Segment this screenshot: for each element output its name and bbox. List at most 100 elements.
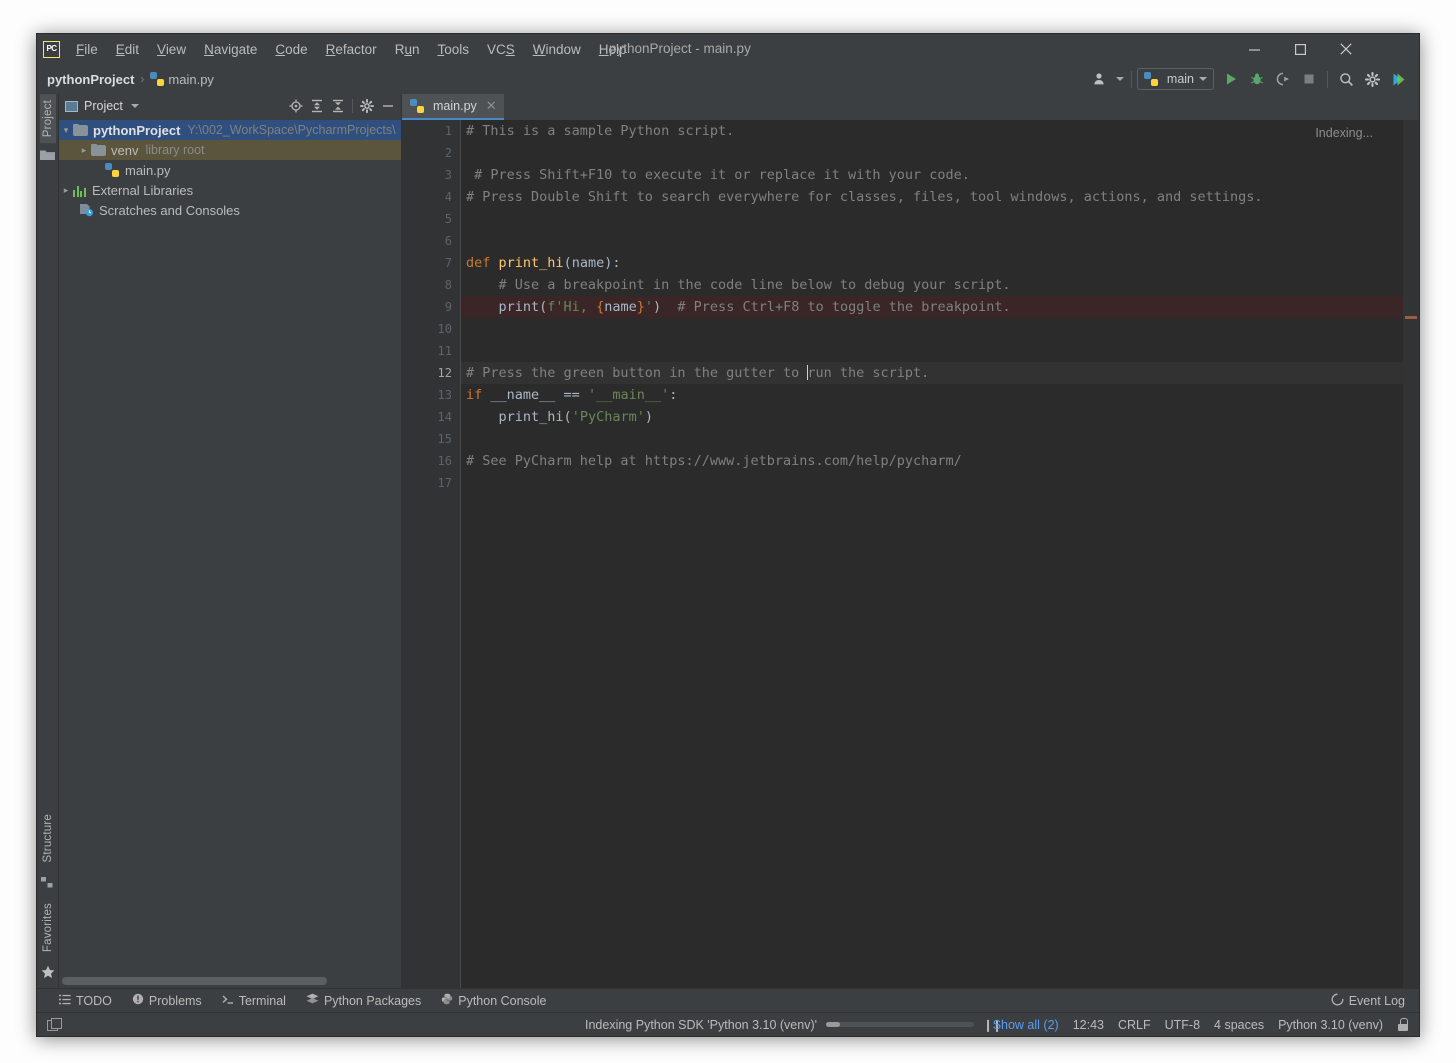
code-line-12[interactable]: # Press the green button in the gutter t…	[460, 362, 1403, 384]
tool-button-python-console[interactable]: Python Console	[431, 991, 556, 1010]
show-all-link[interactable]: Show all (2)	[993, 1018, 1059, 1032]
lock-icon[interactable]	[1397, 1018, 1409, 1031]
code-line-13[interactable]: if __name__ == '__main__':	[460, 384, 1403, 406]
settings-icon[interactable]	[357, 96, 377, 116]
project-panel-title: Project	[84, 99, 123, 113]
chevron-right-icon[interactable]: ▸	[77, 145, 91, 156]
tool-button-todo[interactable]: TODO	[49, 992, 122, 1010]
menu-item-window[interactable]: Window	[524, 39, 590, 60]
chevron-right-icon[interactable]: ▸	[59, 185, 73, 196]
code-line-7[interactable]: def print_hi(name):	[460, 252, 1403, 274]
minimize-button[interactable]	[1231, 34, 1277, 64]
code-line-10[interactable]	[460, 318, 1403, 340]
sidebar-tab-project[interactable]: Project	[39, 94, 56, 144]
code-line-1[interactable]: # This is a sample Python script.	[460, 120, 1403, 142]
code-editor[interactable]: 1 2 3 4 5 6 7 8 9 10 11 12 13 14 15 16 1	[402, 120, 1419, 988]
run-with-coverage-button[interactable]	[1270, 67, 1296, 91]
editor-error-stripe[interactable]	[1403, 120, 1419, 988]
tree-item-label: External Libraries	[92, 182, 194, 198]
sidebar-tab-structure[interactable]: Structure	[40, 808, 56, 868]
code-line-2[interactable]	[460, 142, 1403, 164]
menu-item-vcs[interactable]: VCS	[478, 39, 524, 60]
code-line-6[interactable]	[460, 230, 1403, 252]
search-everywhere-icon[interactable]	[1333, 67, 1359, 91]
code-line-16[interactable]: # See PyCharm help at https://www.jetbra…	[460, 450, 1403, 472]
editor-gutter[interactable]: 1 2 3 4 5 6 7 8 9 10 11 12 13 14 15 16 1	[402, 120, 460, 988]
breakpoint-stripe-marker[interactable]	[1405, 316, 1417, 319]
menu-item-navigate[interactable]: Navigate	[195, 39, 266, 60]
menu-item-file[interactable]: File	[67, 39, 107, 60]
caret-position[interactable]: 12:43	[1073, 1018, 1104, 1032]
code-line-14[interactable]: print_hi('PyCharm')	[460, 406, 1403, 428]
ai-assistant-icon[interactable]	[1385, 67, 1411, 91]
folder-icon[interactable]	[40, 147, 56, 163]
close-button[interactable]	[1323, 34, 1369, 64]
user-dropdown-caret-icon[interactable]	[1114, 67, 1126, 91]
debug-button[interactable]	[1244, 67, 1270, 91]
star-icon[interactable]	[40, 964, 56, 980]
expand-all-icon[interactable]	[307, 96, 327, 116]
event-log-button[interactable]: Event Log	[1331, 993, 1405, 1009]
tool-button-problems[interactable]: Problems	[122, 991, 212, 1010]
menu-item-view[interactable]: View	[148, 39, 195, 60]
tool-button-terminal[interactable]: Terminal	[212, 992, 296, 1010]
run-configuration-selector[interactable]: main	[1136, 68, 1214, 90]
maximize-button[interactable]	[1277, 34, 1323, 64]
code-line-8[interactable]: # Use a breakpoint in the code line belo…	[460, 274, 1403, 296]
locate-icon[interactable]	[286, 96, 306, 116]
menu-item-code[interactable]: Code	[266, 39, 316, 60]
menu-item-tools[interactable]: Tools	[428, 39, 478, 60]
stop-button[interactable]	[1296, 67, 1322, 91]
code-content[interactable]: # This is a sample Python script. # Pres…	[460, 120, 1403, 988]
code-line-9[interactable]: print(f'Hi, {name}') # Press Ctrl+F8 to …	[460, 296, 1403, 318]
libraries-icon	[73, 184, 87, 197]
code-line-4[interactable]: # Press Double Shift to search everywher…	[460, 186, 1403, 208]
indent-setting[interactable]: 4 spaces	[1214, 1018, 1264, 1032]
tree-item-main-py[interactable]: main.py	[59, 160, 401, 180]
breadcrumb-project[interactable]: pythonProject	[47, 72, 134, 87]
project-toolbar-separator	[352, 99, 353, 113]
event-log-label: Event Log	[1348, 993, 1405, 1008]
code-line-5[interactable]	[460, 208, 1403, 230]
layout-toggle-icon[interactable]	[47, 1018, 62, 1031]
run-button[interactable]	[1218, 67, 1244, 91]
structure-icon[interactable]	[40, 875, 56, 891]
chevron-down-icon[interactable]: ▾	[59, 125, 73, 136]
menu-item-edit[interactable]: Edit	[107, 39, 148, 60]
tool-button-python-packages[interactable]: Python Packages	[296, 991, 431, 1010]
line-number: 1	[444, 124, 452, 138]
line-separator[interactable]: CRLF	[1118, 1018, 1151, 1032]
close-icon[interactable]: ✕	[486, 98, 497, 114]
code-line-3[interactable]: # Press Shift+F10 to execute it or repla…	[460, 164, 1403, 186]
code-line-11[interactable]	[460, 340, 1403, 362]
collapse-all-icon[interactable]	[328, 96, 348, 116]
project-panel-horizontal-scrollbar[interactable]	[59, 974, 401, 988]
project-panel-chevron-down-icon[interactable]	[130, 104, 139, 108]
menu-item-run[interactable]: Run	[386, 39, 429, 60]
line-number: 13	[437, 388, 452, 402]
breadcrumb-file[interactable]: main.py	[168, 72, 214, 87]
code-brace: {	[596, 299, 605, 315]
run-configuration-label: main	[1166, 72, 1194, 86]
settings-icon[interactable]	[1359, 67, 1385, 91]
code-brace: }	[636, 299, 645, 315]
sidebar-tab-favorites[interactable]: Favorites	[40, 897, 56, 958]
code-line-15[interactable]	[460, 428, 1403, 450]
tree-item-venv[interactable]: ▸ venv library root	[59, 140, 401, 160]
line-number: 6	[444, 234, 452, 248]
tree-item-pythonproject[interactable]: ▾ pythonProject Y:\002_WorkSpace\Pycharm…	[59, 120, 401, 140]
fold-guide-line	[460, 120, 461, 988]
scrollbar-thumb[interactable]	[62, 977, 328, 985]
file-encoding[interactable]: UTF-8	[1165, 1018, 1200, 1032]
menu-item-refactor[interactable]: Refactor	[317, 39, 386, 60]
user-avatar-icon[interactable]	[1088, 67, 1114, 91]
code-identifier: name	[604, 299, 637, 315]
hide-panel-icon[interactable]	[378, 96, 398, 116]
tree-item-scratches-and-consoles[interactable]: Scratches and Consoles	[59, 200, 401, 220]
code-text: )	[644, 409, 653, 425]
python-interpreter[interactable]: Python 3.10 (venv)	[1278, 1018, 1383, 1032]
editor-tab-main-py[interactable]: main.py ✕	[402, 94, 504, 120]
tree-item-external-libraries[interactable]: ▸ External Libraries	[59, 180, 401, 200]
code-text: # Use a breakpoint in the code line belo…	[498, 277, 1011, 293]
code-line-17[interactable]	[460, 472, 1403, 494]
